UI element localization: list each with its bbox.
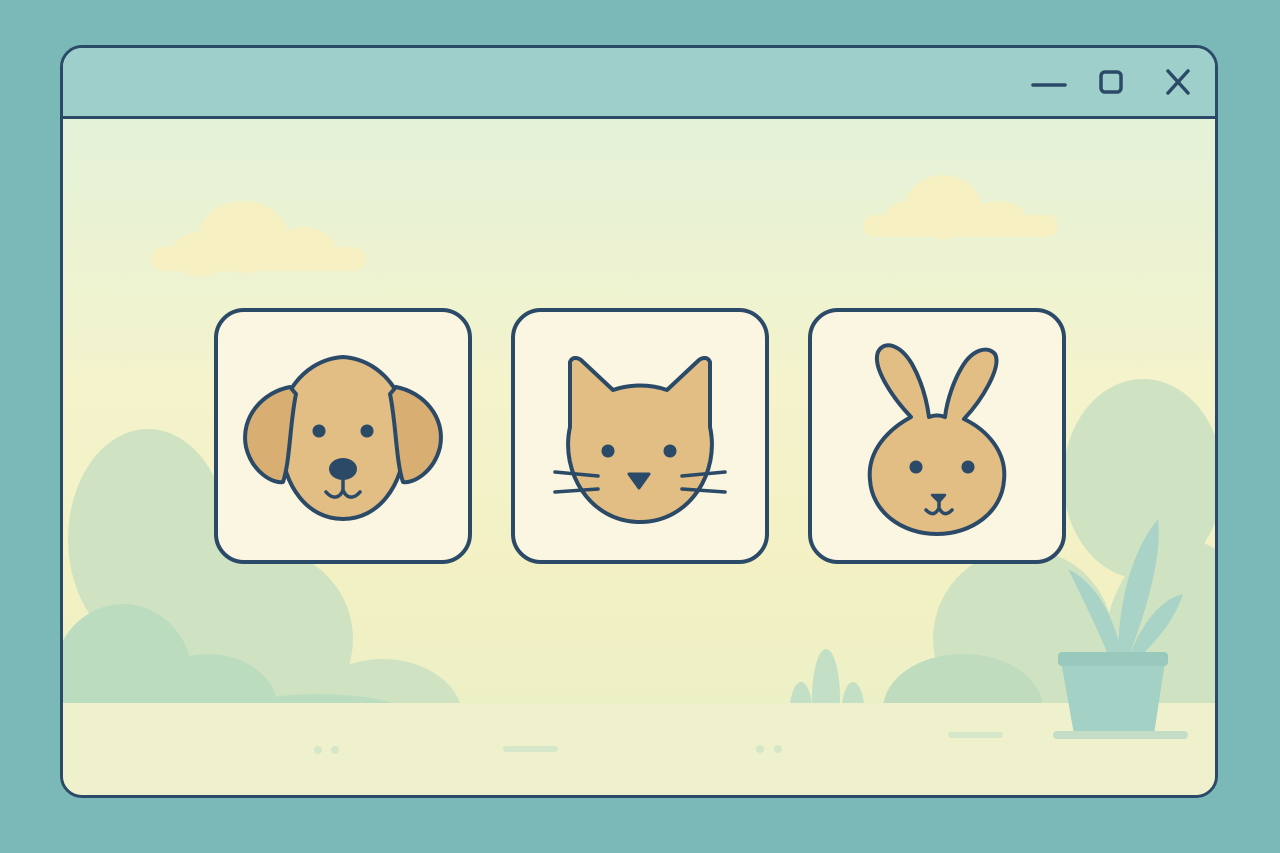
- cloud-left: [151, 201, 366, 276]
- cloud-right: [863, 175, 1058, 239]
- rabbit-face-icon: [867, 343, 1007, 536]
- dog-tile[interactable]: [214, 308, 472, 564]
- rabbit-tile[interactable]: [808, 308, 1066, 564]
- app-window: [60, 45, 1218, 798]
- title-bar[interactable]: [63, 48, 1215, 119]
- cat-face-icon: [553, 355, 727, 524]
- minimize-button[interactable]: [1031, 65, 1067, 101]
- close-icon: [1166, 69, 1190, 95]
- close-button[interactable]: [1160, 65, 1196, 101]
- maximize-icon: [1099, 70, 1123, 94]
- ground: [63, 703, 1215, 795]
- dog-face-icon: [243, 355, 443, 521]
- cat-tile[interactable]: [511, 308, 769, 564]
- minimize-icon: [1031, 83, 1067, 87]
- maximize-button[interactable]: [1093, 65, 1129, 101]
